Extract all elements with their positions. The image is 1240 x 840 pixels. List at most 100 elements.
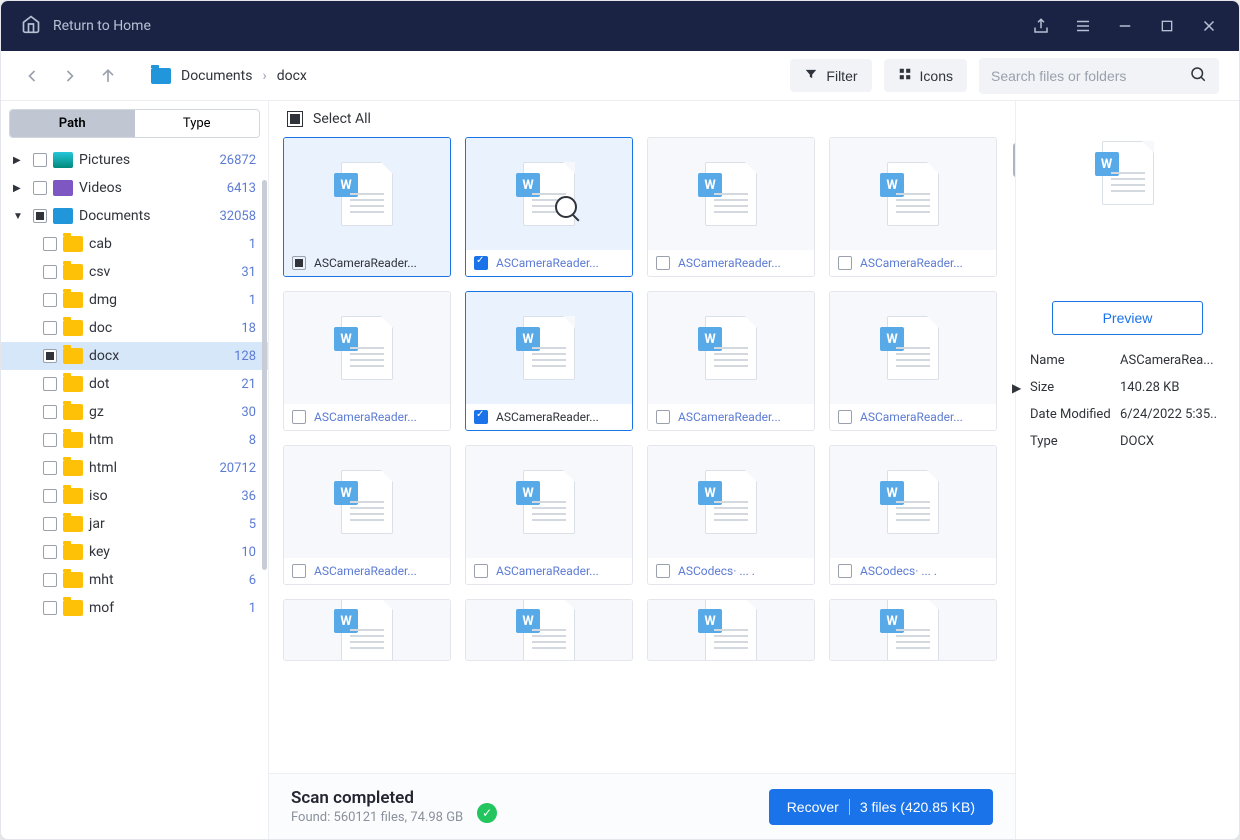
checkbox[interactable] bbox=[43, 601, 57, 615]
file-checkbox[interactable] bbox=[656, 256, 670, 270]
file-checkbox[interactable] bbox=[474, 410, 488, 424]
scrollbar-thumb[interactable] bbox=[1013, 143, 1015, 177]
tree-folder-csv[interactable]: csv31 bbox=[1, 258, 268, 286]
checkbox[interactable] bbox=[43, 265, 57, 279]
file-checkbox[interactable] bbox=[838, 564, 852, 578]
file-checkbox[interactable] bbox=[656, 410, 670, 424]
tab-type[interactable]: Type bbox=[135, 110, 260, 137]
minimize-icon[interactable] bbox=[1115, 17, 1135, 35]
file-name: ASCodecs· ... . bbox=[860, 564, 988, 578]
tree-category-documents[interactable]: ▼ Documents 32058 bbox=[1, 202, 268, 230]
tree-folder-docx[interactable]: docx128 bbox=[1, 342, 268, 370]
tree-folder-doc[interactable]: doc18 bbox=[1, 314, 268, 342]
file-card[interactable]: WASCameraReader... bbox=[829, 291, 997, 431]
file-card[interactable]: W bbox=[829, 599, 997, 661]
share-icon[interactable] bbox=[1031, 17, 1051, 35]
tree-folder-jar[interactable]: jar5 bbox=[1, 510, 268, 538]
file-card[interactable]: WASCodecs· ... . bbox=[647, 445, 815, 585]
checkbox[interactable] bbox=[43, 573, 57, 587]
search-input[interactable] bbox=[991, 68, 1189, 84]
checkbox[interactable] bbox=[43, 433, 57, 447]
folder-count: 1 bbox=[249, 237, 256, 252]
file-thumbnail: W bbox=[466, 292, 632, 404]
category-label: Pictures bbox=[79, 152, 213, 168]
checkbox[interactable] bbox=[43, 293, 57, 307]
checkbox[interactable] bbox=[43, 377, 57, 391]
tree-category-pictures[interactable]: ▶ Pictures 26872 bbox=[1, 146, 268, 174]
scrollbar-thumb[interactable] bbox=[262, 180, 267, 570]
tree-folder-html[interactable]: html20712 bbox=[1, 454, 268, 482]
checkbox[interactable] bbox=[43, 405, 57, 419]
checkbox[interactable] bbox=[43, 321, 57, 335]
file-card[interactable]: WASCameraReader... bbox=[465, 445, 633, 585]
recover-button[interactable]: Recover 3 files (420.85 KB) bbox=[769, 789, 993, 825]
file-checkbox[interactable] bbox=[474, 256, 488, 270]
folder-label: mof bbox=[89, 600, 243, 616]
menu-icon[interactable] bbox=[1073, 17, 1093, 35]
maximize-icon[interactable] bbox=[1157, 17, 1177, 35]
file-thumbnail: W bbox=[284, 446, 450, 558]
view-mode-button[interactable]: Icons bbox=[884, 59, 967, 92]
checkbox[interactable] bbox=[43, 349, 57, 363]
tree-folder-gz[interactable]: gz30 bbox=[1, 398, 268, 426]
file-card[interactable]: WASCameraReader... bbox=[465, 137, 633, 277]
file-checkbox[interactable] bbox=[838, 256, 852, 270]
collapse-icon[interactable]: ▶ bbox=[1012, 381, 1021, 395]
search-icon[interactable] bbox=[1189, 65, 1207, 87]
file-checkbox[interactable] bbox=[656, 564, 670, 578]
tree-folder-mof[interactable]: mof1 bbox=[1, 594, 268, 622]
return-home[interactable]: Return to Home bbox=[21, 14, 151, 38]
window-controls bbox=[1031, 17, 1219, 35]
file-card[interactable]: WASCameraReader... bbox=[829, 137, 997, 277]
forward-button[interactable] bbox=[59, 65, 81, 87]
folder-label: iso bbox=[89, 488, 235, 504]
tree-folder-dot[interactable]: dot21 bbox=[1, 370, 268, 398]
select-all-label: Select All bbox=[313, 111, 371, 127]
checkbox[interactable] bbox=[43, 461, 57, 475]
file-card[interactable]: WASCameraReader... bbox=[283, 291, 451, 431]
checkbox[interactable] bbox=[43, 517, 57, 531]
file-checkbox[interactable] bbox=[292, 256, 306, 270]
tree-folder-dmg[interactable]: dmg1 bbox=[1, 286, 268, 314]
folder-icon bbox=[63, 376, 83, 392]
caret-right-icon: ▶ bbox=[13, 183, 27, 194]
file-checkbox[interactable] bbox=[292, 564, 306, 578]
checkbox-mixed[interactable] bbox=[33, 209, 47, 223]
checkbox[interactable] bbox=[33, 181, 47, 195]
tab-path[interactable]: Path bbox=[10, 110, 135, 137]
file-card[interactable]: W bbox=[647, 599, 815, 661]
back-button[interactable] bbox=[21, 65, 43, 87]
file-card[interactable]: WASCodecs· ... . bbox=[829, 445, 997, 585]
folder-count: 6 bbox=[249, 573, 256, 588]
file-card[interactable]: WASCameraReader... bbox=[465, 291, 633, 431]
grid-scroll-area[interactable]: WASCameraReader...WASCameraReader...WASC… bbox=[269, 137, 1015, 773]
checkbox[interactable] bbox=[33, 153, 47, 167]
file-card[interactable]: WASCameraReader... bbox=[647, 291, 815, 431]
tree-folder-iso[interactable]: iso36 bbox=[1, 482, 268, 510]
checkbox[interactable] bbox=[43, 545, 57, 559]
tree-category-videos[interactable]: ▶ Videos 6413 bbox=[1, 174, 268, 202]
tree-folder-key[interactable]: key10 bbox=[1, 538, 268, 566]
close-icon[interactable] bbox=[1199, 17, 1219, 35]
file-checkbox[interactable] bbox=[838, 410, 852, 424]
folder-label: jar bbox=[89, 516, 243, 532]
file-card[interactable]: WASCameraReader... bbox=[283, 137, 451, 277]
detail-name: NameASCameraRea... bbox=[1030, 353, 1225, 368]
select-all-checkbox[interactable] bbox=[287, 111, 303, 127]
file-card[interactable]: W bbox=[465, 599, 633, 661]
checkbox[interactable] bbox=[43, 489, 57, 503]
breadcrumb-root[interactable]: Documents bbox=[181, 68, 252, 84]
file-card[interactable]: WASCameraReader... bbox=[283, 445, 451, 585]
checkbox[interactable] bbox=[43, 237, 57, 251]
magnify-icon[interactable] bbox=[555, 196, 577, 218]
tree-folder-cab[interactable]: cab1 bbox=[1, 230, 268, 258]
file-card[interactable]: W bbox=[283, 599, 451, 661]
preview-button[interactable]: Preview bbox=[1052, 301, 1204, 335]
tree-folder-htm[interactable]: htm8 bbox=[1, 426, 268, 454]
file-checkbox[interactable] bbox=[474, 564, 488, 578]
file-card[interactable]: WASCameraReader... bbox=[647, 137, 815, 277]
tree-folder-mht[interactable]: mht6 bbox=[1, 566, 268, 594]
file-checkbox[interactable] bbox=[292, 410, 306, 424]
filter-button[interactable]: Filter bbox=[790, 59, 871, 92]
up-button[interactable] bbox=[97, 65, 119, 87]
